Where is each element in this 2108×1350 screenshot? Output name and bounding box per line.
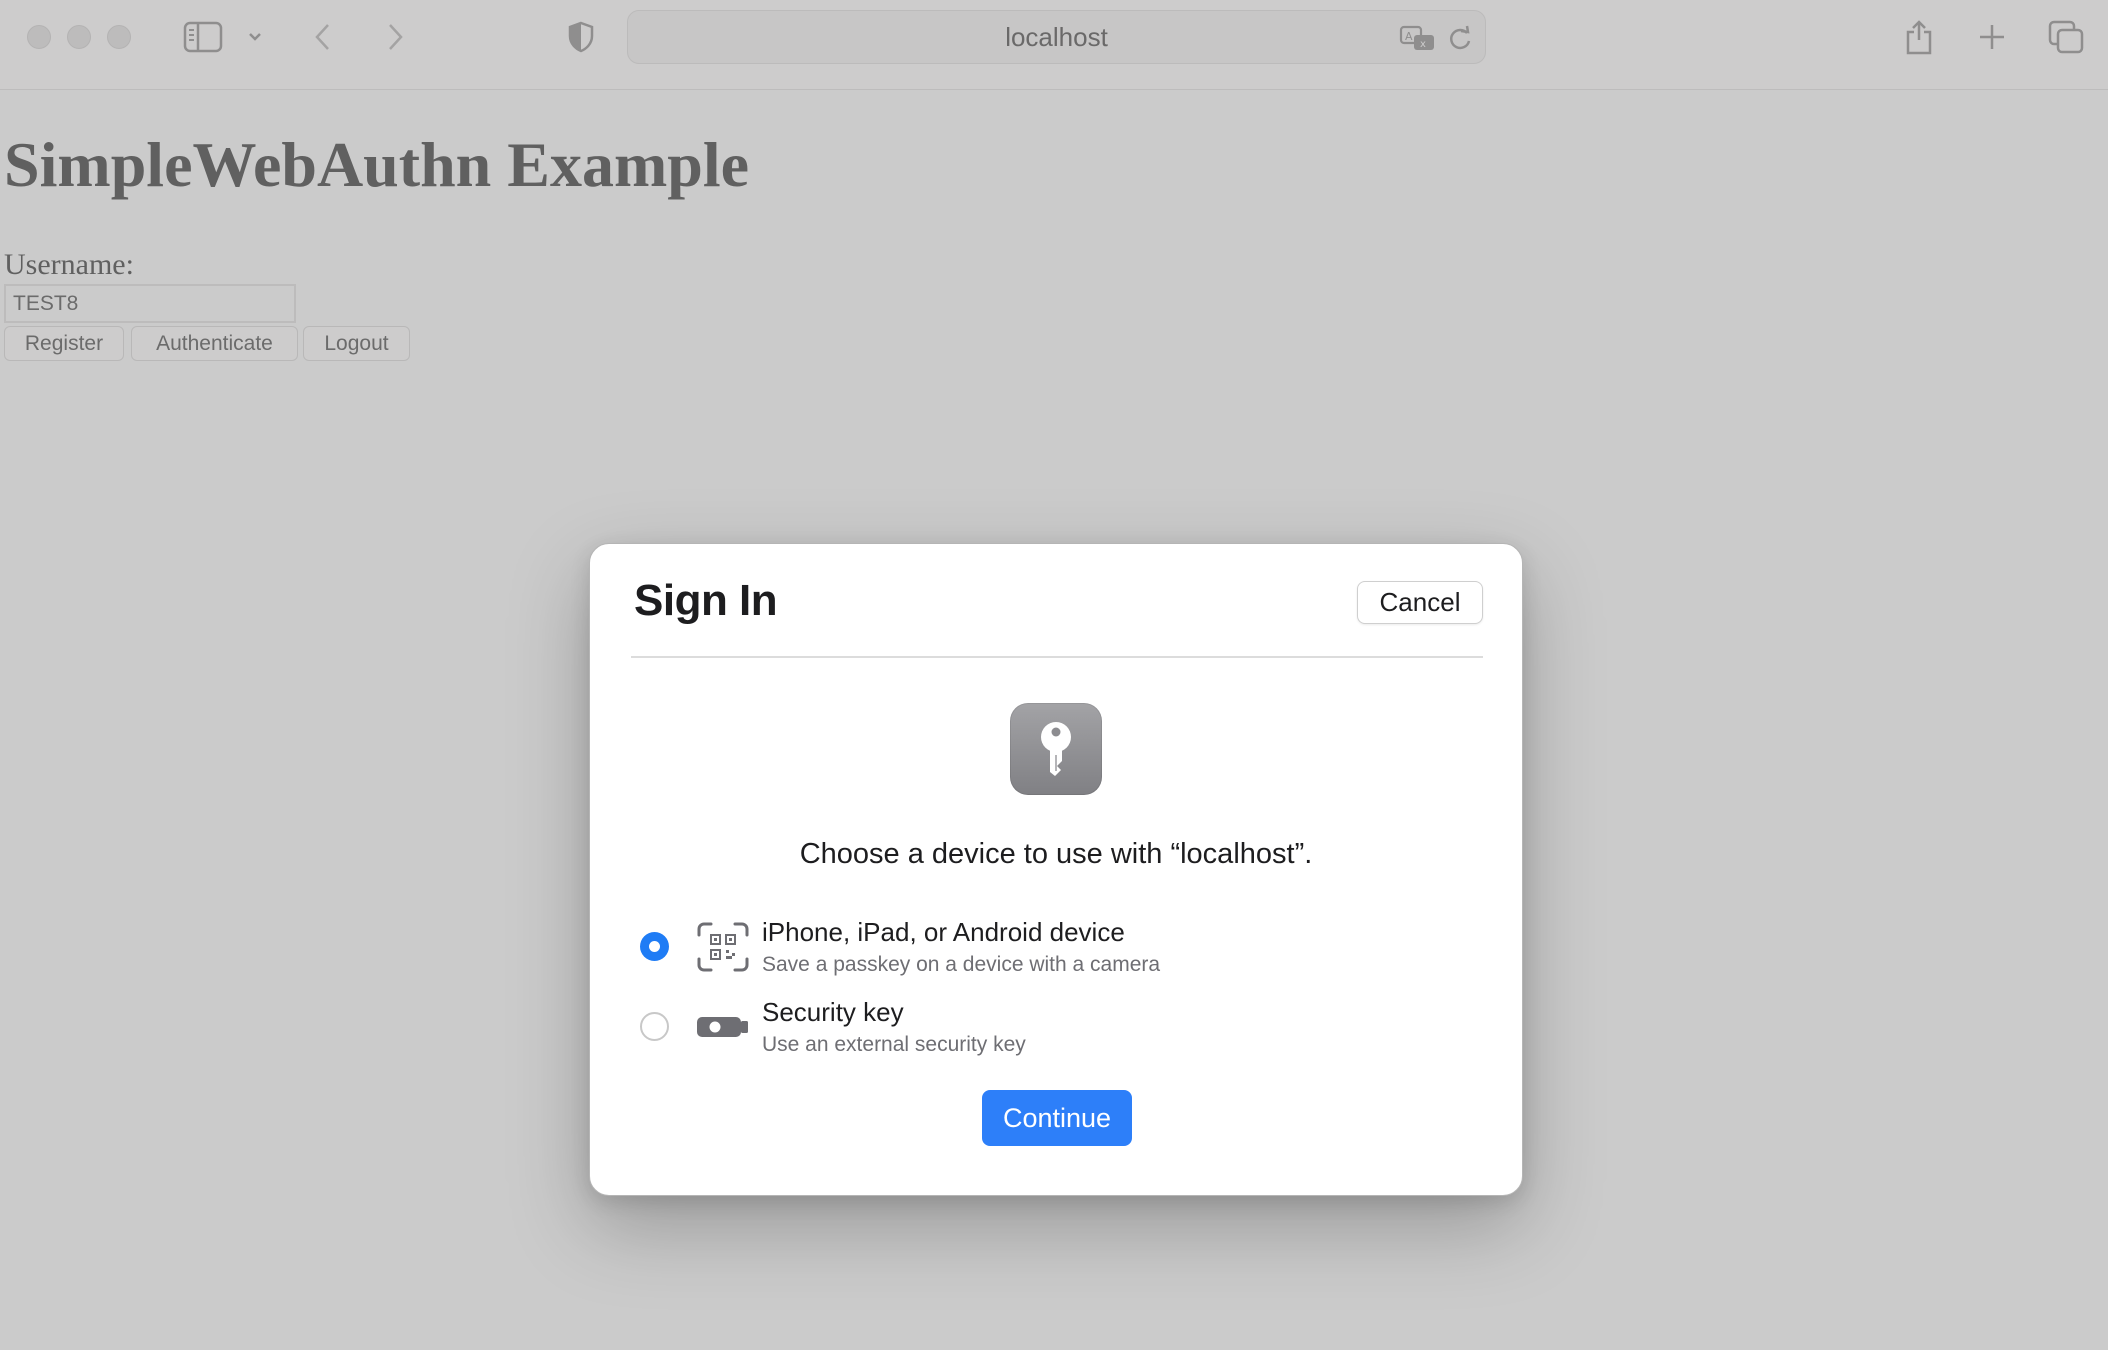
svg-text:x: x (1420, 39, 1426, 50)
qr-code-scan-icon (696, 921, 750, 973)
dialog-divider (631, 656, 1483, 658)
option-subtitle: Save a passkey on a device with a camera (762, 953, 1161, 976)
cancel-button[interactable]: Cancel (1357, 581, 1483, 624)
minimize-window-button[interactable] (67, 25, 91, 49)
username-label: Username: (4, 248, 134, 281)
translate-icon[interactable]: Ax (1398, 16, 1438, 62)
usb-security-key-icon (696, 1001, 750, 1053)
option-title: Security key (762, 997, 904, 1027)
close-window-button[interactable] (27, 25, 51, 49)
option-title: iPhone, iPad, or Android device (762, 917, 1125, 947)
tab-overview-icon[interactable] (2046, 14, 2086, 60)
svg-text:A: A (1405, 30, 1413, 43)
continue-button[interactable]: Continue (982, 1090, 1132, 1146)
forward-arrow-icon[interactable] (380, 14, 410, 60)
register-button[interactable]: Register (4, 326, 124, 361)
option-security-key-radio[interactable] (640, 1012, 669, 1041)
passkey-key-icon (1010, 703, 1102, 795)
browser-toolbar: localhost Ax (0, 0, 2108, 90)
back-arrow-icon[interactable] (308, 14, 338, 60)
device-prompt: Choose a device to use with “localhost”. (799, 838, 1313, 870)
username-input[interactable] (4, 284, 296, 323)
address-text: localhost (1005, 21, 1108, 52)
reload-icon[interactable] (1443, 16, 1477, 62)
address-bar[interactable]: localhost Ax (627, 10, 1486, 64)
zoom-window-button[interactable] (107, 25, 131, 49)
plus-icon[interactable] (1973, 14, 2011, 60)
option-subtitle: Use an external security key (762, 1033, 1026, 1056)
option-phone-radio[interactable] (640, 932, 669, 961)
sign-in-dialog: Sign In Cancel Choose a device to use wi… (589, 543, 1523, 1196)
logout-button[interactable]: Logout (303, 326, 410, 361)
chevron-down-icon[interactable] (244, 14, 266, 60)
sidebar-icon[interactable] (180, 14, 226, 60)
shield-icon[interactable] (565, 14, 597, 60)
option-security-key[interactable]: Security key Use an external security ke… (630, 993, 1490, 1063)
option-phone-device[interactable]: iPhone, iPad, or Android device Save a p… (630, 913, 1490, 983)
authenticate-button[interactable]: Authenticate (131, 326, 298, 361)
dialog-title: Sign In (634, 576, 778, 625)
page-title: SimpleWebAuthn Example (4, 129, 750, 200)
share-icon[interactable] (1900, 14, 1938, 60)
